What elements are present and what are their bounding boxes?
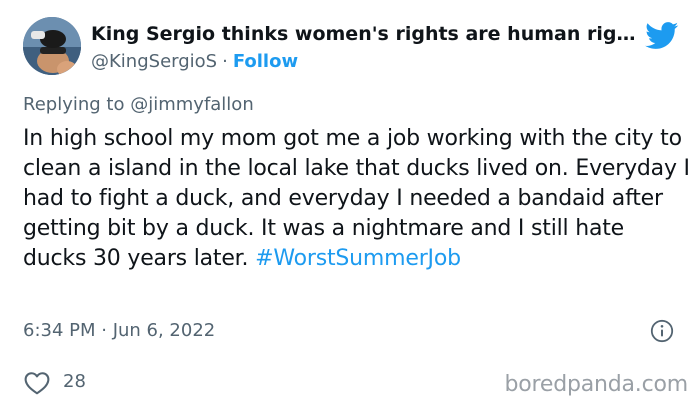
reply-context: Replying to @jimmyfallon <box>23 92 254 118</box>
author-handle-row: @KingSergioS · Follow <box>91 49 298 75</box>
avatar-image <box>23 17 81 75</box>
heart-icon[interactable] <box>24 371 50 395</box>
reply-mention-link[interactable]: @jimmyfallon <box>130 94 254 115</box>
author-display-name[interactable]: King Sergio thinks women's rights are hu… <box>91 21 641 47</box>
info-icon[interactable] <box>650 319 674 343</box>
twitter-bird-icon[interactable] <box>645 22 679 50</box>
watermark: boredpanda.com <box>504 372 688 397</box>
like-count: 28 <box>63 371 86 392</box>
tweet-timestamp[interactable]: 6:34 PM · Jun 6, 2022 <box>23 318 215 344</box>
author-handle[interactable]: @KingSergioS <box>91 51 217 72</box>
reply-prefix: Replying to <box>23 94 125 115</box>
tweet-card: King Sergio thinks women's rights are hu… <box>0 0 700 410</box>
handle-separator: · <box>222 51 228 72</box>
avatar[interactable] <box>23 17 81 75</box>
hashtag-link[interactable]: #WorstSummerJob <box>255 246 461 271</box>
follow-button[interactable]: Follow <box>233 51 298 72</box>
tweet-text: In high school my mom got me a job worki… <box>23 124 693 274</box>
